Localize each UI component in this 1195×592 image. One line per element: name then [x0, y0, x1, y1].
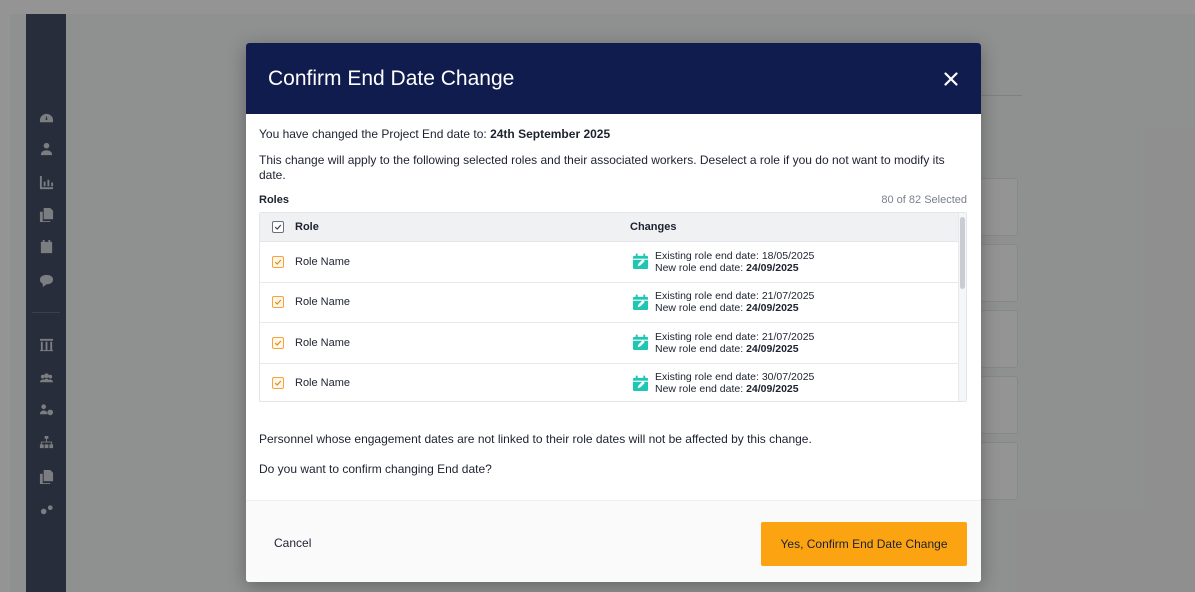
- checkbox-checked-icon: [274, 380, 281, 387]
- new-date: 24/09/2025: [746, 302, 799, 315]
- intro-text: You have changed the Project End date to…: [259, 127, 967, 141]
- new-date-line: New role end date: 24/09/2025: [655, 342, 799, 355]
- selected-count: 80 of 82 Selected: [881, 194, 967, 206]
- table-row[interactable]: Role Name Existing role end date: 18/05/…: [260, 242, 966, 283]
- description-text: This change will apply to the following …: [259, 153, 945, 182]
- new-date: 24/09/2025: [746, 342, 799, 355]
- change-cell: Existing role end date: 21/07/2025 New r…: [630, 290, 966, 314]
- existing-date-line: Existing role end date: 21/07/2025: [655, 330, 815, 343]
- table-row[interactable]: Role Name Existing role end date: 21/07/…: [260, 283, 966, 323]
- role-name: Role Name: [295, 296, 351, 309]
- checkbox-checked-icon: [274, 340, 281, 346]
- confirm-end-date-modal: Confirm End Date Change You have changed…: [246, 43, 981, 582]
- close-icon[interactable]: [941, 69, 961, 89]
- header-role: Role: [295, 221, 319, 233]
- calendar-edit-icon: [632, 253, 649, 270]
- select-all-checkbox[interactable]: [271, 221, 284, 233]
- modal-header: Confirm End Date Change: [246, 43, 981, 114]
- role-name: Role Name: [295, 255, 351, 268]
- roles-label: Roles: [259, 194, 289, 206]
- personnel-note: Personnel whose engagement dates are not…: [259, 432, 812, 446]
- new-date: 24/09/2025: [746, 261, 799, 274]
- existing-date-line: Existing role end date: 21/07/2025: [655, 290, 815, 303]
- existing-date: 21/07/2025: [761, 330, 815, 343]
- table-row[interactable]: Role Name Existing role end date: 30/07/…: [260, 364, 966, 402]
- checkbox-checked-icon: [274, 259, 281, 265]
- existing-date: 18/05/2025: [761, 249, 815, 262]
- header-changes: Changes: [630, 221, 677, 233]
- table-scrollbar[interactable]: [958, 213, 966, 401]
- roles-table: Role Changes Role Name Existing role end…: [259, 212, 967, 402]
- existing-date-line: Existing role end date: 30/07/2025: [655, 371, 815, 384]
- roles-header: Roles 80 of 82 Selected: [259, 194, 967, 206]
- cancel-button[interactable]: Cancel: [274, 536, 311, 550]
- modal-footer: Cancel Yes, Confirm End Date Change: [246, 500, 981, 582]
- table-body: Role Name Existing role end date: 18/05/…: [260, 242, 966, 402]
- role-name: Role Name: [295, 336, 351, 349]
- intro-prefix: You have changed the Project End date to…: [259, 127, 487, 141]
- new-date-line: New role end date: 24/09/2025: [655, 383, 799, 396]
- calendar-edit-icon: [632, 375, 649, 391]
- change-cell: Existing role end date: 18/05/2025 New r…: [630, 250, 966, 274]
- calendar-edit-icon: [632, 334, 649, 351]
- checkbox-checked-icon: [274, 299, 281, 306]
- confirm-end-date-button[interactable]: Yes, Confirm End Date Change: [761, 522, 967, 566]
- scrollbar-thumb[interactable]: [960, 217, 965, 289]
- modal-title: Confirm End Date Change: [268, 66, 515, 90]
- row-checkbox[interactable]: [271, 296, 284, 309]
- row-checkbox[interactable]: [271, 255, 284, 268]
- new-date-line: New role end date: 24/09/2025: [655, 261, 799, 274]
- table-header: Role Changes: [260, 213, 966, 242]
- new-date: 24/09/2025: [746, 383, 799, 396]
- existing-date: 30/07/2025: [761, 371, 815, 384]
- table-row[interactable]: Role Name Existing role end date: 21/07/…: [260, 323, 966, 364]
- existing-date: 21/07/2025: [761, 290, 815, 303]
- calendar-edit-icon: [632, 294, 649, 310]
- row-checkbox[interactable]: [271, 377, 284, 390]
- change-cell: Existing role end date: 21/07/2025 New r…: [630, 331, 966, 355]
- checkbox-checked-icon: [274, 224, 281, 230]
- change-cell: Existing role end date: 30/07/2025 New r…: [630, 371, 966, 395]
- row-checkbox[interactable]: [271, 336, 284, 349]
- new-end-date: 24th September 2025: [490, 127, 611, 141]
- existing-date-line: Existing role end date: 18/05/2025: [655, 249, 815, 262]
- new-date-line: New role end date: 24/09/2025: [655, 302, 799, 315]
- modal-body: You have changed the Project End date to…: [246, 114, 981, 476]
- role-name: Role Name: [295, 377, 351, 390]
- confirm-question: Do you want to confirm changing End date…: [259, 462, 492, 476]
